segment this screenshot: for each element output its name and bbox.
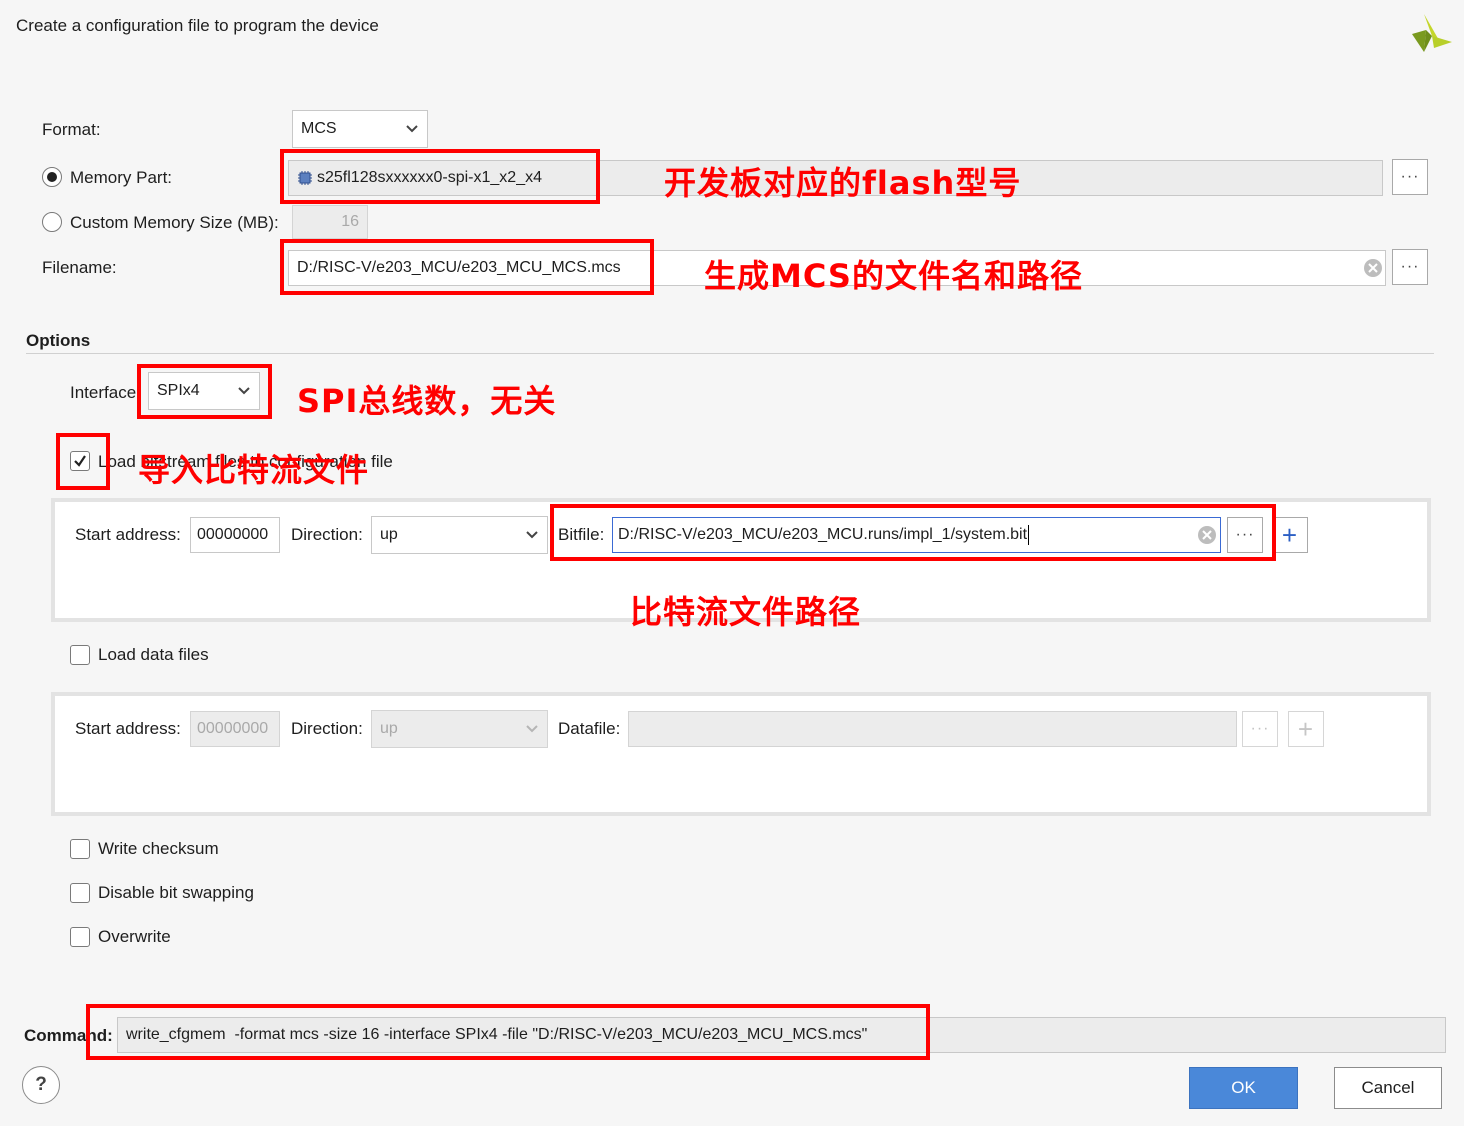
disable-bit-swapping-checkbox[interactable]: [70, 883, 90, 903]
disable-bit-swapping-label: Disable bit swapping: [98, 883, 254, 902]
custom-memory-value: 16: [341, 213, 359, 230]
annotation-spi-bus: SPI总线数，无关: [297, 382, 557, 420]
xilinx-logo-icon: [1412, 14, 1452, 52]
bitfile-value: D:/RISC-V/e203_MCU/e203_MCU.runs/impl_1/…: [618, 526, 1028, 543]
plus-icon: +: [1281, 520, 1299, 550]
load-data-checkbox[interactable]: [70, 645, 90, 665]
cancel-label: Cancel: [1361, 1078, 1415, 1097]
options-separator: [26, 353, 1434, 354]
write-checksum-label: Write checksum: [98, 839, 219, 858]
chevron-down-icon: [406, 125, 418, 133]
data-direction-label: Direction:: [291, 719, 363, 738]
add-bitfile-button[interactable]: +: [1272, 517, 1308, 553]
filename-value: D:/RISC-V/e203_MCU/e203_MCU_MCS.mcs: [297, 259, 621, 276]
interface-label: Interface:: [70, 383, 141, 402]
overwrite-label: Overwrite: [98, 927, 171, 946]
text-caret: [1028, 525, 1030, 545]
format-select[interactable]: MCS: [292, 110, 428, 148]
custom-memory-radio[interactable]: [42, 212, 62, 232]
chevron-down-icon: [238, 387, 250, 395]
ellipsis-icon: ···: [1400, 258, 1420, 275]
command-value: write_cfgmem -format mcs -size 16 -inter…: [126, 1026, 868, 1043]
ok-button[interactable]: OK: [1189, 1067, 1298, 1109]
write-checksum-checkbox[interactable]: [70, 839, 90, 859]
memory-part-browse-button[interactable]: ···: [1392, 159, 1428, 195]
help-button[interactable]: ?: [22, 1066, 60, 1104]
datafile-input[interactable]: [628, 711, 1237, 747]
ok-label: OK: [1231, 1078, 1256, 1097]
memory-part-label: Memory Part:: [70, 168, 173, 187]
ellipsis-icon: ···: [1400, 168, 1420, 185]
data-direction-select[interactable]: up: [371, 710, 548, 748]
ellipsis-icon: ···: [1235, 526, 1255, 543]
load-bitstream-checkbox[interactable]: [70, 451, 90, 471]
clear-icon[interactable]: [1197, 525, 1217, 545]
chevron-down-icon: [526, 725, 538, 733]
bitfile-input[interactable]: D:/RISC-V/e203_MCU/e203_MCU.runs/impl_1/…: [612, 517, 1221, 553]
checkmark-icon: [74, 455, 86, 467]
bitstream-start-value: 00000000: [197, 526, 269, 543]
filename-browse-button[interactable]: ···: [1392, 249, 1428, 285]
memory-part-value: s25fl128sxxxxxx0-spi-x1_x2_x4: [317, 169, 542, 186]
format-value: MCS: [301, 120, 337, 137]
bitfile-browse-button[interactable]: ···: [1227, 517, 1263, 553]
bitstream-direction-label: Direction:: [291, 525, 363, 544]
clear-icon[interactable]: [1363, 258, 1383, 278]
annotation-import-bitstream: 导入比特流文件: [138, 451, 370, 489]
filename-label: Filename:: [42, 258, 117, 277]
memory-part-radio[interactable]: [42, 167, 62, 187]
ellipsis-icon: ···: [1250, 720, 1270, 737]
data-start-input[interactable]: 00000000: [190, 711, 280, 747]
plus-icon: +: [1297, 714, 1315, 744]
bitstream-start-input[interactable]: 00000000: [190, 517, 280, 553]
command-label: Command:: [24, 1026, 113, 1045]
options-section-title: Options: [26, 331, 91, 350]
annotation-bitstream-path: 比特流文件路径: [630, 593, 862, 631]
dialog-title: Create a configuration file to program t…: [16, 16, 379, 35]
bitstream-start-label: Start address:: [75, 525, 181, 544]
custom-memory-label: Custom Memory Size (MB):: [70, 213, 279, 232]
data-start-label: Start address:: [75, 719, 181, 738]
bitstream-direction-value: up: [380, 526, 398, 543]
load-data-label: Load data files: [98, 645, 209, 664]
bitstream-direction-select[interactable]: up: [371, 516, 548, 554]
data-start-value: 00000000: [197, 720, 269, 737]
custom-memory-input[interactable]: 16: [292, 205, 368, 239]
command-field[interactable]: write_cfgmem -format mcs -size 16 -inter…: [117, 1017, 1446, 1053]
chip-icon: [298, 171, 312, 185]
data-direction-value: up: [380, 720, 398, 737]
interface-value: SPIx4: [157, 382, 200, 399]
bitfile-label: Bitfile:: [558, 525, 605, 544]
datafile-label: Datafile:: [558, 719, 621, 738]
format-label: Format:: [42, 120, 101, 139]
cancel-button[interactable]: Cancel: [1334, 1067, 1442, 1109]
help-icon: ?: [35, 1074, 47, 1095]
annotation-mcs-name-path: 生成MCS的文件名和路径: [704, 257, 1083, 295]
datafile-browse-button[interactable]: ···: [1242, 711, 1278, 747]
interface-select[interactable]: SPIx4: [148, 372, 260, 410]
overwrite-checkbox[interactable]: [70, 927, 90, 947]
add-datafile-button[interactable]: +: [1288, 711, 1324, 747]
annotation-flash-model: 开发板对应的flash型号: [664, 164, 1022, 202]
chevron-down-icon: [526, 531, 538, 539]
